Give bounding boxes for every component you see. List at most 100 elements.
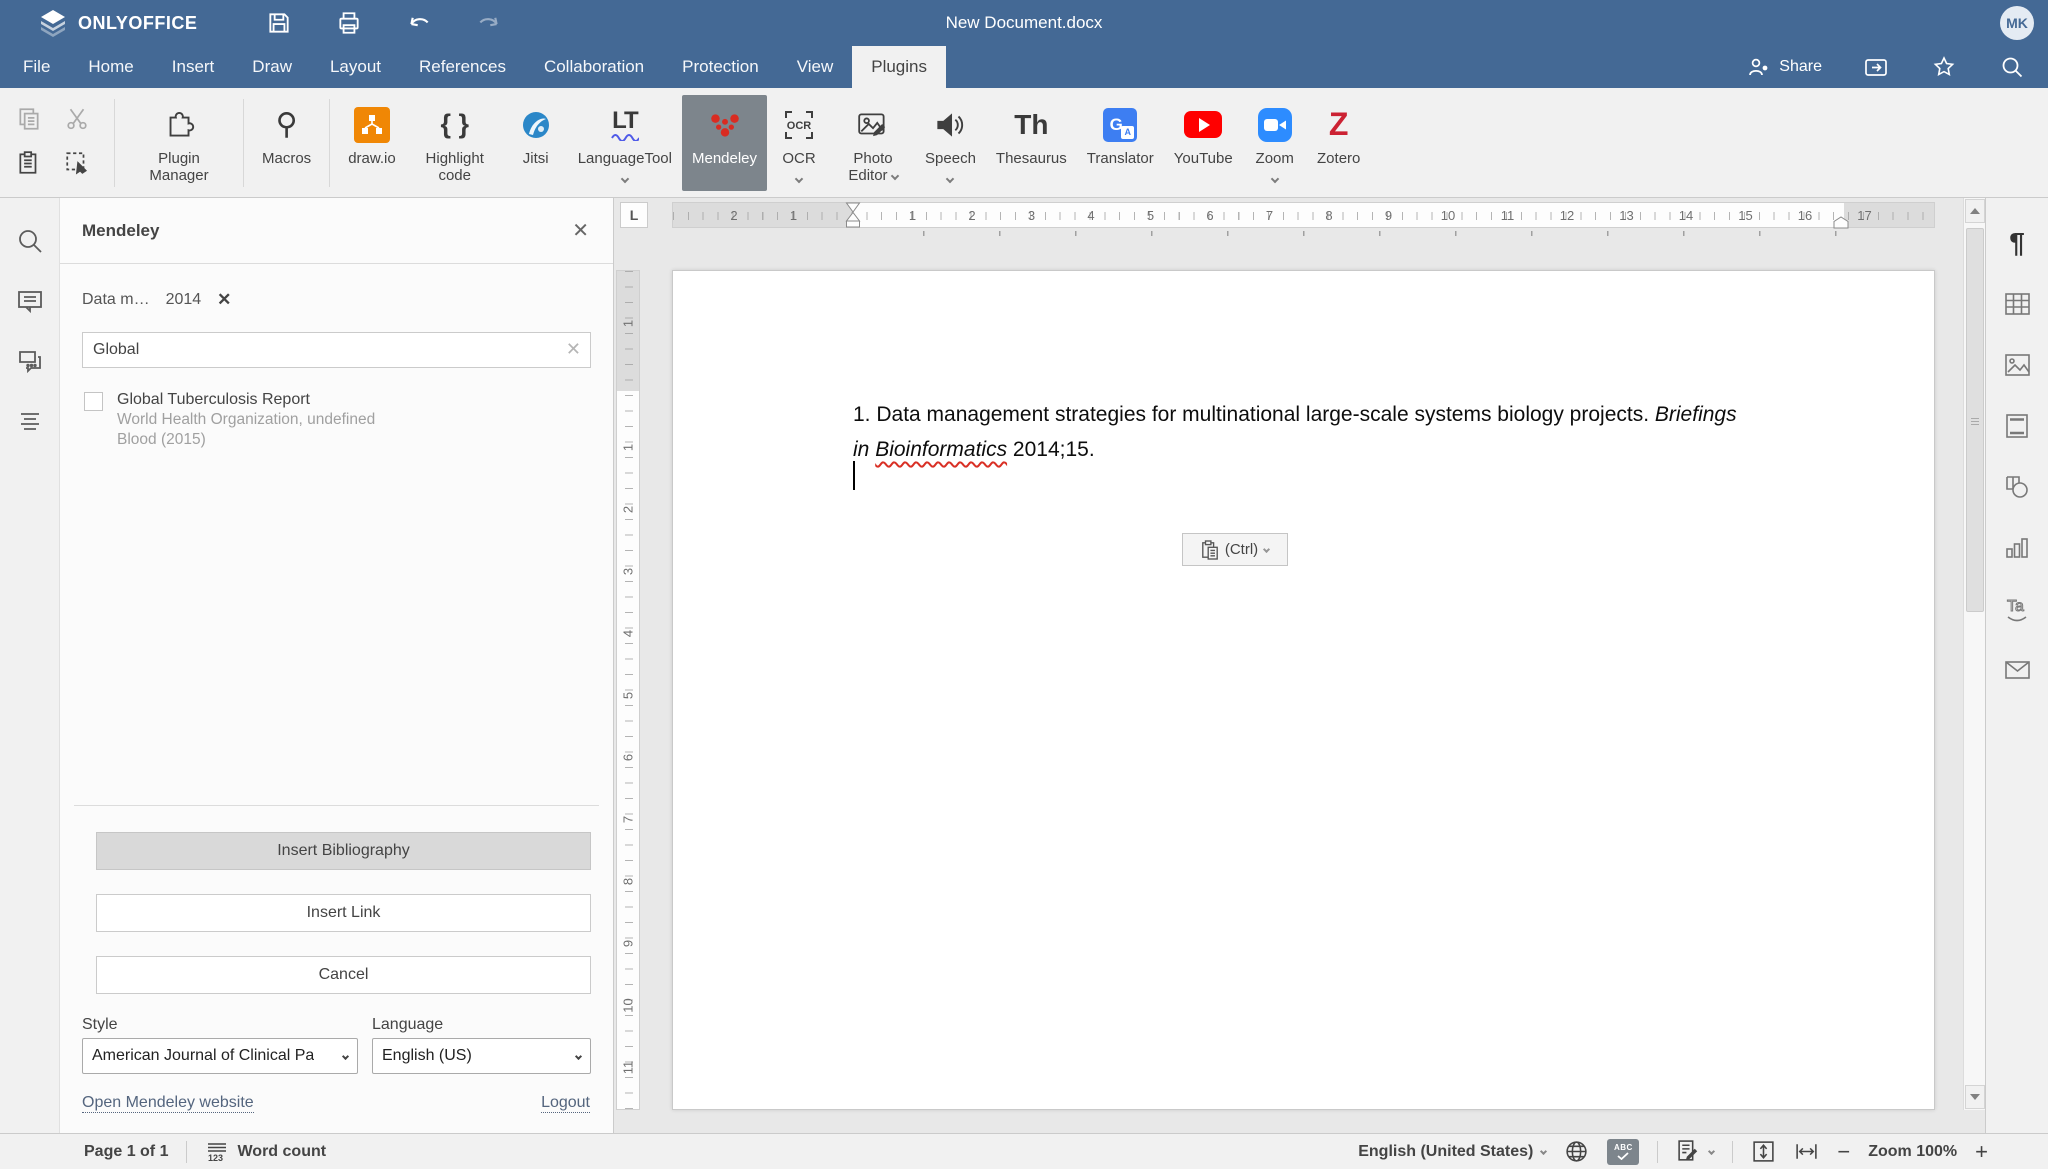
cut-icon[interactable] <box>62 104 92 134</box>
toolbar-translator-button[interactable]: G A Translator <box>1077 95 1164 191</box>
macros-tools-icon: ⚲ <box>276 103 298 147</box>
zoom-dropdown-chevron[interactable] <box>1272 171 1278 179</box>
scroll-up-button[interactable] <box>1965 199 1985 223</box>
search-result-item[interactable]: Global Tuberculosis Report World Health … <box>84 390 613 450</box>
toolbar-plugin-manager-button[interactable]: Plugin Manager <box>123 95 235 191</box>
panel-close-icon[interactable]: ✕ <box>572 218 589 243</box>
header-search-icon[interactable] <box>1998 53 2026 81</box>
search-clear-icon[interactable]: ✕ <box>566 339 581 360</box>
drawio-icon <box>354 103 390 147</box>
onlyoffice-logo-icon <box>38 8 68 38</box>
track-changes-button[interactable] <box>1676 1139 1714 1164</box>
toolbar-photo-editor-button[interactable]: Photo Editor <box>831 95 915 191</box>
paste-options-button[interactable]: (Ctrl) <box>1182 533 1288 566</box>
tab-references[interactable]: References <box>400 46 525 88</box>
scrollbar-thumb[interactable] <box>1966 228 1984 612</box>
comments-icon[interactable] <box>15 286 45 316</box>
ruler-number: 5 <box>621 686 636 706</box>
tab-insert[interactable]: Insert <box>153 46 234 88</box>
chevron-down-icon <box>575 1052 582 1059</box>
toolbar-drawio-button[interactable]: draw.io <box>338 95 406 191</box>
tab-plugins[interactable]: Plugins <box>852 46 946 88</box>
tab-layout[interactable]: Layout <box>311 46 400 88</box>
toolbar-label: Zotero <box>1317 150 1360 167</box>
favorite-star-icon[interactable] <box>1930 53 1958 81</box>
insert-link-button[interactable]: Insert Link <box>96 894 591 932</box>
scroll-down-button[interactable] <box>1965 1085 1985 1109</box>
paragraph-settings-icon[interactable]: ¶ <box>2002 228 2032 258</box>
panel-search-input[interactable] <box>82 332 591 368</box>
save-icon[interactable] <box>265 9 293 37</box>
toolbar-zoom-button[interactable]: Zoom <box>1243 95 1307 191</box>
text-art-settings-icon[interactable]: Ta <box>2002 594 2032 624</box>
open-mendeley-website-link[interactable]: Open Mendeley website <box>82 1094 254 1113</box>
tab-draw[interactable]: Draw <box>233 46 311 88</box>
cancel-button[interactable]: Cancel <box>96 956 591 994</box>
filter-chip-remove-icon[interactable]: ✕ <box>217 290 231 310</box>
style-select[interactable]: American Journal of Clinical Pa <box>82 1038 358 1074</box>
ruler-number: 8 <box>1319 203 1339 228</box>
vertical-scrollbar[interactable] <box>1963 198 1985 1110</box>
page-indicator[interactable]: Page 1 of 1 <box>84 1143 168 1161</box>
ruler-number: 8 <box>621 872 636 892</box>
toolbar-thesaurus-button[interactable]: Th Thesaurus <box>986 95 1077 191</box>
zoom-out-button[interactable]: − <box>1837 1142 1850 1162</box>
select-all-icon[interactable] <box>62 148 92 178</box>
share-button[interactable]: Share <box>1747 56 1822 78</box>
redo-icon[interactable] <box>475 9 503 37</box>
search-icon[interactable] <box>15 226 45 256</box>
tab-collaboration[interactable]: Collaboration <box>525 46 663 88</box>
speech-dropdown-chevron[interactable] <box>947 171 953 179</box>
undo-icon[interactable] <box>405 9 433 37</box>
result-checkbox[interactable] <box>84 392 103 411</box>
insert-bibliography-button[interactable]: Insert Bibliography <box>96 832 591 870</box>
toolbar-ocr-button[interactable]: OCR OCR <box>767 95 831 191</box>
tab-file[interactable]: File <box>4 46 69 88</box>
toolbar-highlight-code-button[interactable]: { } Highlight code <box>406 95 504 191</box>
set-language-globe-icon[interactable] <box>1564 1139 1589 1164</box>
print-icon[interactable] <box>335 9 363 37</box>
zoom-in-button[interactable]: + <box>1975 1142 1988 1162</box>
indent-marker[interactable] <box>845 202 861 230</box>
chat-icon[interactable] <box>15 346 45 376</box>
language-select[interactable]: English (US) <box>372 1038 591 1074</box>
toolbar-languagetool-button[interactable]: LT LanguageTool <box>568 95 682 191</box>
header-footer-settings-icon[interactable] <box>2002 411 2032 441</box>
fit-page-button[interactable] <box>1751 1139 1776 1164</box>
spell-check-toggle[interactable]: ABC <box>1607 1139 1639 1165</box>
logout-link[interactable]: Logout <box>541 1094 590 1113</box>
chart-settings-icon[interactable] <box>2002 533 2032 563</box>
tab-home[interactable]: Home <box>69 46 152 88</box>
toolbar-speech-button[interactable]: Speech <box>915 95 986 191</box>
document-page[interactable]: 1. Data management strategies for multin… <box>672 270 1935 1110</box>
ocr-icon: OCR <box>781 103 817 147</box>
avatar[interactable]: MK <box>2000 6 2034 40</box>
ruler-number: 1 <box>903 203 923 228</box>
photo-editor-dropdown-chevron[interactable] <box>890 171 898 179</box>
vertical-ruler[interactable]: 12345678910111 <box>616 270 640 1110</box>
fit-width-button[interactable] <box>1794 1139 1819 1164</box>
right-indent-marker[interactable] <box>1833 216 1849 229</box>
ocr-dropdown-chevron[interactable] <box>796 171 802 179</box>
word-count-button[interactable]: 123 Word count <box>205 1140 326 1164</box>
shape-settings-icon[interactable] <box>2002 472 2032 502</box>
copy-icon[interactable] <box>14 104 44 134</box>
toolbar-youtube-button[interactable]: YouTube <box>1164 95 1243 191</box>
open-file-location-icon[interactable] <box>1862 53 1890 81</box>
image-settings-icon[interactable] <box>2002 350 2032 380</box>
toolbar-zotero-button[interactable]: Z Zotero <box>1307 95 1371 191</box>
paste-icon[interactable] <box>14 148 44 178</box>
toolbar-jitsi-button[interactable]: Jitsi <box>504 95 568 191</box>
tab-stop-selector[interactable]: L <box>620 202 648 228</box>
zoom-level-label[interactable]: Zoom 100% <box>1868 1143 1957 1161</box>
navigation-icon[interactable] <box>15 406 45 436</box>
toolbar-macros-button[interactable]: ⚲ Macros <box>252 95 321 191</box>
table-settings-icon[interactable] <box>2002 289 2032 319</box>
tab-protection[interactable]: Protection <box>663 46 778 88</box>
horizontal-ruler[interactable]: 123456789101112131415161712 <box>672 202 1935 228</box>
toolbar-mendeley-button[interactable]: Mendeley <box>682 95 767 191</box>
languagetool-dropdown-chevron[interactable] <box>622 171 628 179</box>
tab-view[interactable]: View <box>778 46 853 88</box>
document-language-selector[interactable]: English (United States) <box>1358 1143 1546 1161</box>
mail-merge-icon[interactable] <box>2002 655 2032 685</box>
